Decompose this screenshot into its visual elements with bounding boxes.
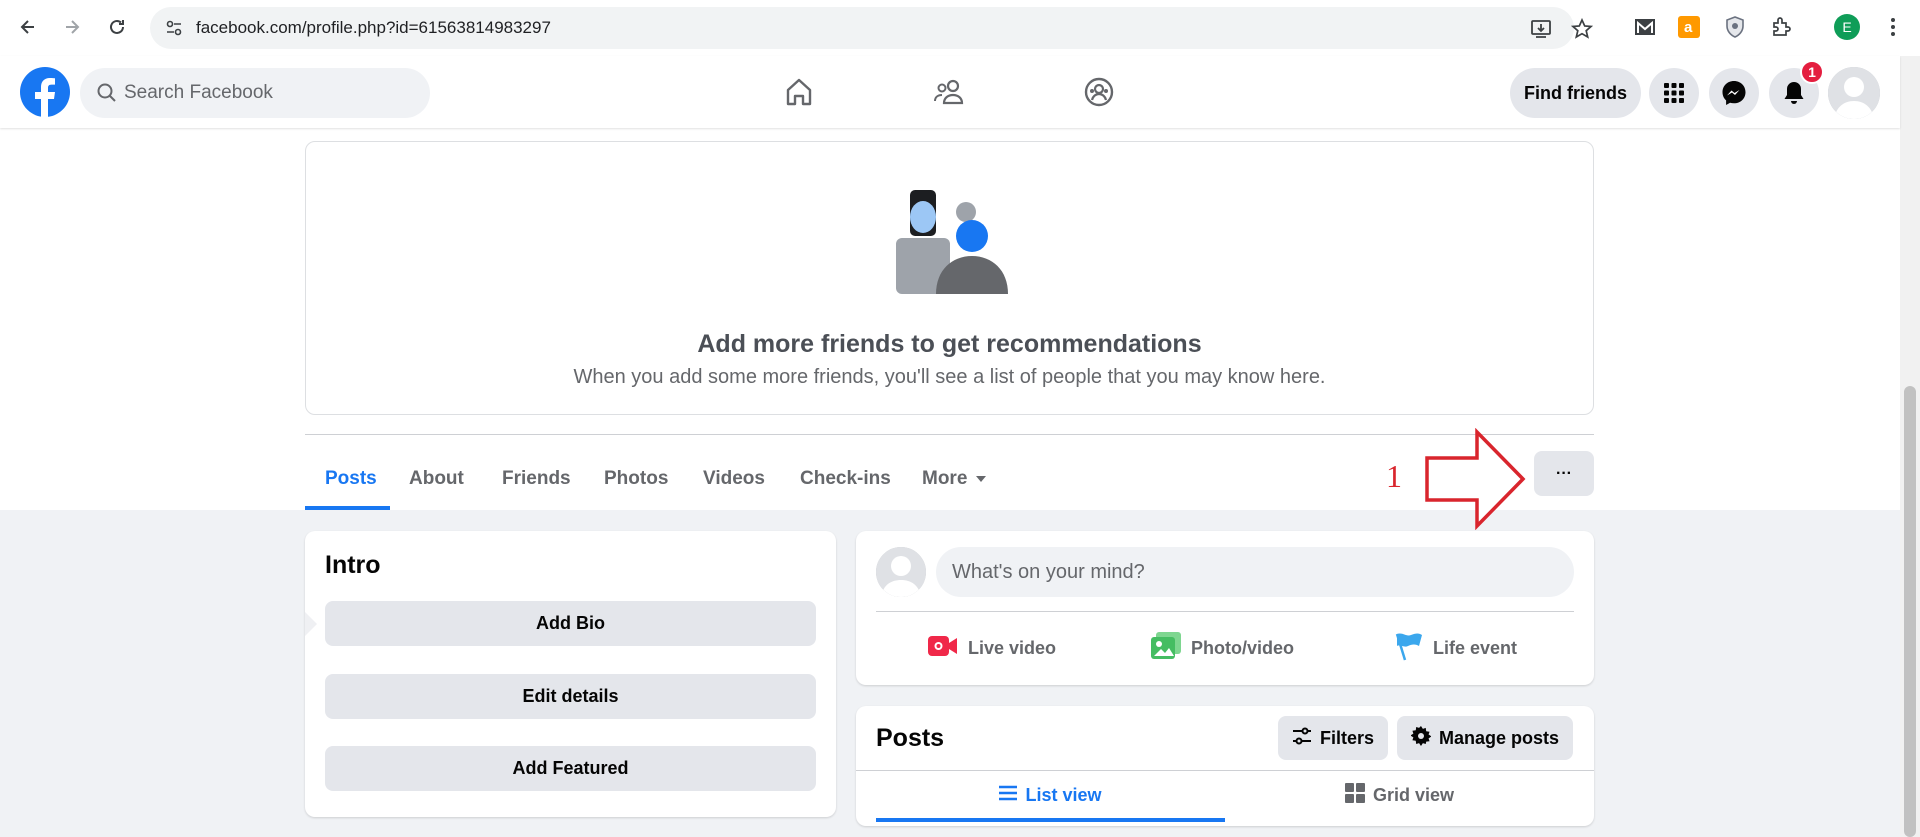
search-icon bbox=[96, 82, 118, 104]
list-view-label: List view bbox=[1025, 784, 1102, 805]
list-icon bbox=[999, 785, 1018, 806]
add-featured-button[interactable]: Add Featured bbox=[325, 746, 816, 791]
filters-button[interactable]: Filters bbox=[1278, 716, 1389, 760]
composer-divider bbox=[876, 611, 1574, 612]
live-video-icon bbox=[928, 634, 958, 663]
intro-title: Intro bbox=[325, 551, 381, 579]
photo-video-button[interactable]: Photo/video bbox=[1151, 625, 1294, 671]
recommendations-subtitle: When you add some more friends, you'll s… bbox=[573, 366, 1326, 388]
tab-friends[interactable]: Friends bbox=[482, 448, 591, 510]
tab-check-ins[interactable]: Check-ins bbox=[780, 448, 911, 510]
browser-toolbar: facebook.com/profile.php?id=615638149832… bbox=[0, 0, 1920, 56]
account-avatar[interactable] bbox=[1828, 67, 1880, 119]
manage-posts-button[interactable]: Manage posts bbox=[1397, 716, 1574, 760]
posts-card: Posts Filters Manage posts List view Gri… bbox=[856, 706, 1594, 826]
active-tab-indicator bbox=[305, 506, 390, 510]
grid-icon bbox=[1344, 782, 1365, 808]
svg-text:a: a bbox=[1684, 19, 1693, 36]
gmail-extension-icon[interactable] bbox=[1632, 14, 1658, 40]
grid-view-label: Grid view bbox=[1372, 784, 1455, 805]
facebook-search[interactable] bbox=[80, 68, 430, 118]
facebook-header: Find friends 1 bbox=[0, 56, 1900, 128]
composer-card: What's on your mind? Live video Photo/vi… bbox=[856, 531, 1594, 685]
messenger-icon[interactable] bbox=[1709, 68, 1759, 118]
recommendations-title: Add more friends to get recommendations bbox=[697, 330, 1202, 358]
list-view-tab[interactable]: List view bbox=[876, 772, 1225, 818]
people-illustration-icon bbox=[896, 190, 1008, 294]
address-bar[interactable]: facebook.com/profile.php?id=615638149832… bbox=[150, 7, 1593, 49]
composer-avatar[interactable] bbox=[876, 547, 926, 597]
live-video-button[interactable]: Live video bbox=[928, 625, 1056, 671]
annotation-arrow-icon bbox=[1425, 427, 1527, 531]
tabs-divider bbox=[305, 434, 1594, 435]
intro-pointer-icon bbox=[305, 612, 317, 636]
shield-extension-icon[interactable] bbox=[1722, 14, 1748, 40]
url-text[interactable]: facebook.com/profile.php?id=615638149832… bbox=[196, 18, 551, 38]
live-video-label: Live video bbox=[968, 637, 1057, 658]
facebook-logo-icon[interactable] bbox=[20, 67, 70, 117]
browser-menu-icon[interactable] bbox=[1880, 14, 1906, 40]
life-event-label: Life event bbox=[1433, 637, 1518, 658]
photo-icon bbox=[1151, 631, 1181, 665]
forward-icon[interactable] bbox=[58, 13, 86, 41]
recommendations-card: Add more friends to get recommendations … bbox=[305, 141, 1594, 415]
profile-more-options-button[interactable]: ··· bbox=[1534, 451, 1594, 496]
annotation-number: 1 bbox=[1386, 458, 1402, 494]
filters-icon bbox=[1292, 727, 1312, 750]
whats-on-your-mind-input[interactable]: What's on your mind? bbox=[936, 547, 1574, 597]
page-scrollbar[interactable] bbox=[1900, 56, 1920, 837]
posts-divider bbox=[856, 770, 1594, 771]
flag-icon bbox=[1393, 631, 1423, 666]
life-event-button[interactable]: Life event bbox=[1393, 625, 1517, 671]
home-icon[interactable] bbox=[777, 70, 821, 114]
scrollbar-thumb[interactable] bbox=[1904, 386, 1916, 837]
active-view-indicator bbox=[876, 818, 1225, 822]
tab-more[interactable]: More bbox=[902, 448, 1007, 510]
site-info-icon[interactable] bbox=[164, 18, 184, 38]
amazon-extension-icon[interactable]: a bbox=[1676, 14, 1702, 40]
notification-count-badge: 1 bbox=[1800, 60, 1824, 84]
tab-videos[interactable]: Videos bbox=[683, 448, 785, 510]
install-app-icon[interactable] bbox=[1530, 18, 1552, 40]
filters-label: Filters bbox=[1320, 727, 1375, 748]
groups-icon[interactable] bbox=[1077, 70, 1121, 114]
menu-grid-icon[interactable] bbox=[1649, 68, 1699, 118]
back-icon[interactable] bbox=[14, 13, 42, 41]
search-input[interactable] bbox=[124, 68, 414, 118]
browser-profile-avatar[interactable]: E bbox=[1834, 14, 1860, 40]
edit-details-button[interactable]: Edit details bbox=[325, 674, 816, 719]
tab-photos[interactable]: Photos bbox=[584, 448, 688, 510]
tab-more-label: More bbox=[922, 468, 968, 489]
photo-video-label: Photo/video bbox=[1191, 637, 1294, 658]
friends-icon[interactable] bbox=[928, 70, 972, 114]
caret-down-icon bbox=[975, 468, 987, 490]
tab-about[interactable]: About bbox=[389, 448, 484, 510]
bookmark-star-icon[interactable] bbox=[1571, 18, 1593, 40]
reload-icon[interactable] bbox=[103, 13, 131, 41]
posts-title: Posts bbox=[876, 724, 945, 752]
manage-posts-label: Manage posts bbox=[1439, 727, 1560, 748]
find-friends-button[interactable]: Find friends bbox=[1510, 68, 1641, 118]
tab-posts[interactable]: Posts bbox=[305, 448, 397, 510]
gear-icon bbox=[1410, 725, 1432, 751]
puzzle-extensions-icon[interactable] bbox=[1768, 14, 1794, 40]
add-bio-button[interactable]: Add Bio bbox=[325, 601, 816, 646]
grid-view-tab[interactable]: Grid view bbox=[1225, 772, 1574, 818]
intro-card: Intro Add Bio Edit details Add Featured bbox=[305, 531, 836, 817]
